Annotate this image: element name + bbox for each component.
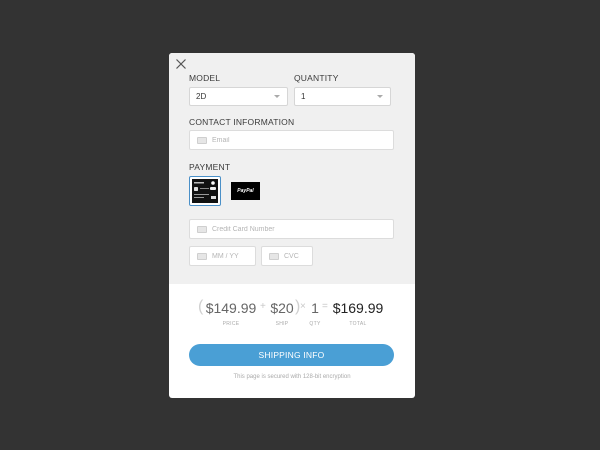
- price-summary: ( $149.99 + $20 ) × 1 = $169.99 PRICE SH…: [169, 298, 415, 329]
- total-caption: TOTAL: [349, 321, 367, 327]
- calendar-icon: [197, 253, 207, 260]
- ship-item: $20: [267, 299, 297, 317]
- card-icon: [197, 226, 207, 233]
- paypal-logo: PayPal: [237, 188, 254, 194]
- card-number-input[interactable]: [212, 220, 389, 238]
- open-paren: (: [198, 298, 204, 315]
- paypal-option[interactable]: PayPal: [231, 182, 260, 200]
- price-item: $149.99: [204, 299, 258, 317]
- model-value: 2D: [196, 92, 207, 101]
- times-sign: ×: [300, 301, 306, 312]
- lock-icon: [269, 253, 279, 260]
- mail-icon: [197, 137, 207, 144]
- quantity-value: 1: [301, 92, 306, 101]
- ship-caption: SHIP: [275, 321, 289, 327]
- email-field[interactable]: [189, 130, 394, 150]
- cvc-input[interactable]: [284, 247, 308, 265]
- qty-value: 1: [311, 300, 319, 316]
- quantity-select[interactable]: 1: [294, 87, 391, 106]
- card-number-field[interactable]: [189, 219, 394, 239]
- email-input[interactable]: [212, 131, 389, 149]
- close-icon[interactable]: [175, 58, 187, 70]
- payment-label: PAYMENT: [189, 162, 231, 172]
- expiry-field[interactable]: [189, 246, 256, 266]
- ship-value: $20: [270, 300, 294, 316]
- quantity-label: QUANTITY: [294, 73, 339, 83]
- total-value: $169.99: [332, 300, 384, 316]
- contact-label: CONTACT INFORMATION: [189, 117, 295, 127]
- form-panel: MODEL 2D QUANTITY 1 CONTACT INFORMATION …: [169, 53, 415, 284]
- qty-caption: QTY: [309, 321, 321, 327]
- equals-sign: =: [322, 301, 328, 312]
- price-value: $149.99: [205, 300, 257, 316]
- chevron-down-icon: [274, 95, 280, 98]
- shipping-info-button[interactable]: SHIPPING INFO: [189, 344, 394, 366]
- total-item: $169.99: [330, 299, 386, 317]
- qty-item: 1: [309, 299, 321, 317]
- model-select[interactable]: 2D: [189, 87, 288, 106]
- model-label: MODEL: [189, 73, 221, 83]
- credit-card-option[interactable]: [189, 176, 221, 206]
- checkout-modal: MODEL 2D QUANTITY 1 CONTACT INFORMATION …: [169, 53, 415, 398]
- credit-card-icon: [192, 179, 218, 203]
- expiry-input[interactable]: [212, 247, 251, 265]
- plus-sign: +: [260, 301, 266, 312]
- security-note: This page is secured with 128-bit encryp…: [233, 374, 351, 380]
- chevron-down-icon: [377, 95, 383, 98]
- price-caption: PRICE: [222, 321, 240, 327]
- cvc-field[interactable]: [261, 246, 313, 266]
